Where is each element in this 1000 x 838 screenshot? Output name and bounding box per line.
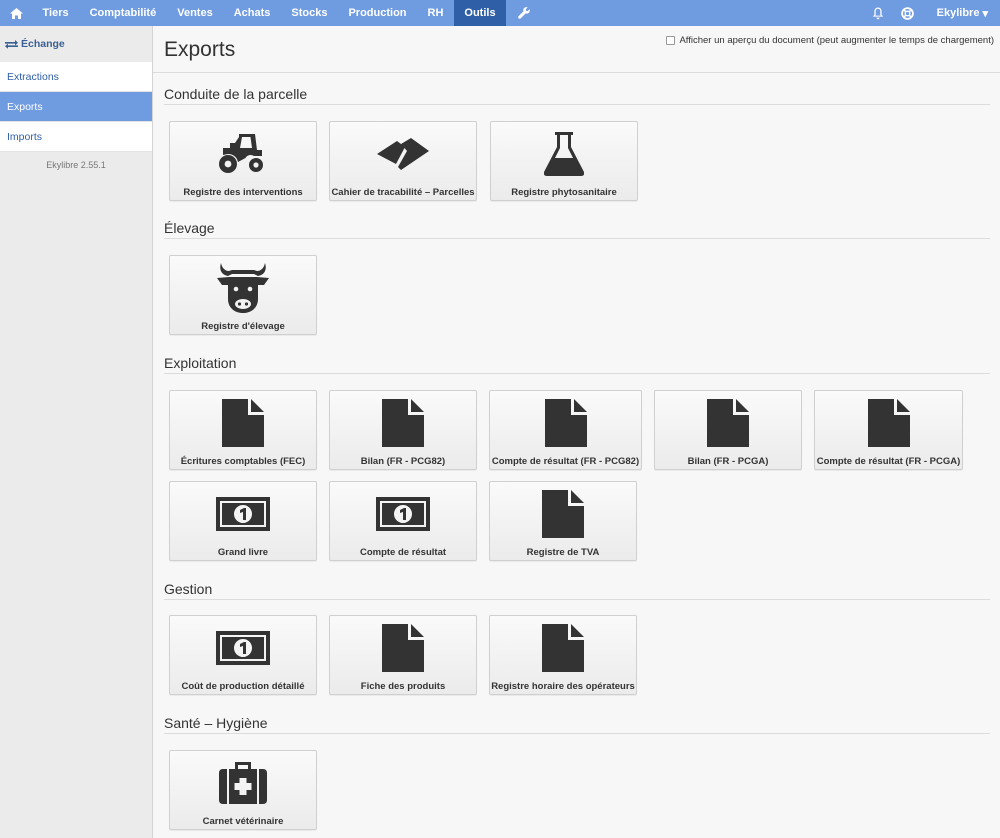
nav-outils[interactable]: Outils (453, 0, 507, 26)
sidebar-header: Échange (0, 26, 152, 62)
nav-comptabilite[interactable]: Comptabilité (79, 0, 167, 26)
section-title-sante: Santé – Hygiène (164, 715, 268, 731)
home-button[interactable] (0, 0, 32, 26)
export-grand-livre[interactable]: Grand livre (169, 481, 317, 561)
chevron-down-icon: ▾ (982, 7, 988, 20)
file-icon (542, 490, 584, 538)
exchange-icon (5, 40, 18, 49)
tile-label: Écritures comptables (FEC) (180, 456, 306, 467)
export-compte-resultat-pcga[interactable]: Compte de résultat (FR - PCGA) (814, 390, 963, 470)
sidebar: Échange Extractions Exports Imports Ekyl… (0, 26, 153, 838)
banknote-icon (376, 497, 430, 531)
main-content: Exports Afficher un aperçu du document (… (153, 26, 1000, 838)
wrench-icon (518, 7, 530, 19)
export-bilan-pcg82[interactable]: Bilan (FR - PCG82) (329, 390, 477, 470)
file-icon (707, 399, 749, 447)
tile-label: Registre phytosanitaire (511, 187, 617, 198)
cow-icon (217, 263, 269, 313)
divider (164, 104, 990, 105)
tile-label: Compte de résultat (FR - PCG82) (491, 456, 640, 467)
export-registre-horaire[interactable]: Registre horaire des opérateurs (489, 615, 637, 695)
nav-production[interactable]: Production (338, 0, 417, 26)
settings-button[interactable] (506, 0, 542, 26)
divider (164, 599, 990, 600)
preview-checkbox[interactable] (666, 36, 676, 45)
export-registre-elevage[interactable]: Registre d'élevage (169, 255, 317, 335)
bell-icon (872, 7, 883, 19)
tile-label: Registre de TVA (526, 547, 600, 558)
tile-label: Registre horaire des opérateurs (491, 681, 635, 692)
tile-label: Registre d'élevage (201, 321, 285, 332)
notifications-button[interactable] (863, 0, 893, 26)
nav-achats[interactable]: Achats (223, 0, 281, 26)
sidebar-item-imports[interactable]: Imports (0, 122, 152, 152)
sidebar-item-extractions[interactable]: Extractions (0, 62, 152, 92)
export-carnet-veterinaire[interactable]: Carnet vétérinaire (169, 750, 317, 830)
nav-ventes[interactable]: Ventes (167, 0, 223, 26)
tile-label: Fiche des produits (360, 681, 446, 692)
sidebar-item-exports[interactable]: Exports (0, 92, 152, 122)
section-title-exploitation: Exploitation (164, 355, 237, 371)
tile-label: Compte de résultat (FR - PCGA) (816, 456, 961, 467)
export-cahier-tracabilite[interactable]: Cahier de tracabilité – Parcelles (329, 121, 477, 201)
flask-icon (544, 132, 584, 176)
top-navbar: Tiers Comptabilité Ventes Achats Stocks … (0, 0, 1000, 26)
user-name: Ekylibre (936, 7, 980, 19)
tile-label: Registre des interventions (183, 187, 303, 198)
file-icon (382, 624, 424, 672)
banknote-icon (216, 497, 270, 531)
medkit-icon (219, 762, 267, 804)
user-menu[interactable]: Ekylibre ▾ (923, 0, 1000, 26)
export-fiche-produits[interactable]: Fiche des produits (329, 615, 477, 695)
export-cout-production[interactable]: Coût de production détaillé (169, 615, 317, 695)
tile-label: Coût de production détaillé (181, 681, 305, 692)
export-compte-resultat-pcg82[interactable]: Compte de résultat (FR - PCG82) (489, 390, 642, 470)
nav-stocks[interactable]: Stocks (281, 0, 338, 26)
help-icon (901, 6, 914, 20)
help-button[interactable] (893, 0, 923, 26)
section-title-gestion: Gestion (164, 581, 213, 597)
tile-label: Grand livre (217, 547, 269, 558)
land-parcel-icon (377, 138, 429, 170)
preview-toggle[interactable]: Afficher un aperçu du document (peut aug… (666, 35, 994, 46)
divider (164, 238, 990, 239)
preview-label: Afficher un aperçu du document (peut aug… (679, 35, 994, 46)
tile-label: Bilan (FR - PCG82) (360, 456, 446, 467)
export-registre-tva[interactable]: Registre de TVA (489, 481, 637, 561)
page-title: Exports (164, 38, 236, 61)
banknote-icon (216, 631, 270, 665)
divider (164, 373, 990, 374)
export-compte-resultat[interactable]: Compte de résultat (329, 481, 477, 561)
sidebar-header-label: Échange (21, 38, 65, 50)
divider (153, 72, 1000, 73)
tile-label: Cahier de tracabilité – Parcelles (331, 187, 475, 198)
file-icon (222, 399, 264, 447)
file-icon (382, 399, 424, 447)
home-icon (9, 7, 23, 19)
tile-label: Bilan (FR - PCGA) (687, 456, 769, 467)
tile-label: Compte de résultat (359, 547, 447, 558)
export-registre-phytosanitaire[interactable]: Registre phytosanitaire (490, 121, 638, 201)
export-bilan-pcga[interactable]: Bilan (FR - PCGA) (654, 390, 802, 470)
nav-rh[interactable]: RH (417, 0, 454, 26)
file-icon (542, 624, 584, 672)
nav-right: Ekylibre ▾ (863, 0, 1000, 26)
section-title-conduite: Conduite de la parcelle (164, 86, 308, 102)
section-title-elevage: Élevage (164, 220, 215, 236)
file-icon (867, 399, 910, 447)
export-registre-interventions[interactable]: Registre des interventions (169, 121, 317, 201)
divider (164, 733, 990, 734)
app-version: Ekylibre 2.55.1 (46, 160, 106, 170)
file-icon (544, 399, 587, 447)
tile-label: Carnet vétérinaire (202, 816, 284, 827)
export-ecritures-fec[interactable]: Écritures comptables (FEC) (169, 390, 317, 470)
tractor-icon (219, 134, 263, 173)
nav-tiers[interactable]: Tiers (32, 0, 79, 26)
